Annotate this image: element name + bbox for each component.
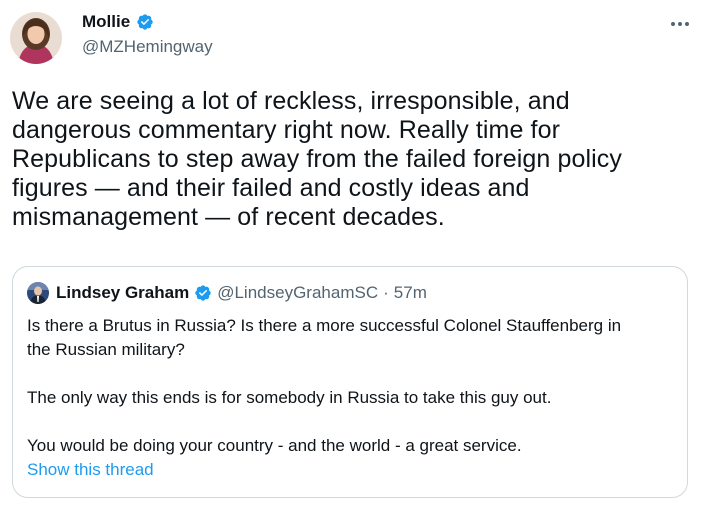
author-handle[interactable]: @MZHemingway bbox=[82, 37, 213, 57]
quoted-author-name[interactable]: Lindsey Graham bbox=[56, 283, 189, 303]
author-name-row[interactable]: Mollie bbox=[82, 12, 154, 32]
quoted-tweet[interactable]: Lindsey Graham @LindseyGrahamSC · 57m Is… bbox=[12, 266, 688, 498]
quoted-timestamp[interactable]: 57m bbox=[394, 283, 427, 303]
more-icon[interactable] bbox=[664, 12, 696, 36]
quoted-header: Lindsey Graham @LindseyGrahamSC · 57m bbox=[56, 283, 427, 303]
author-name[interactable]: Mollie bbox=[82, 12, 130, 32]
quoted-text: Is there a Brutus in Russia? Is there a … bbox=[27, 316, 622, 455]
verified-badge-icon bbox=[195, 285, 211, 301]
quoted-author-handle[interactable]: @LindseyGrahamSC bbox=[217, 283, 378, 303]
quoted-author-avatar[interactable] bbox=[27, 282, 49, 304]
show-thread-link[interactable]: Show this thread bbox=[27, 460, 154, 480]
tweet: Mollie @MZHemingway We are seeing a lot … bbox=[0, 0, 705, 510]
author-avatar[interactable] bbox=[10, 12, 62, 64]
separator-dot: · bbox=[383, 283, 389, 302]
tweet-text: We are seeing a lot of reckless, irrespo… bbox=[12, 87, 622, 231]
verified-badge-icon bbox=[137, 14, 153, 30]
